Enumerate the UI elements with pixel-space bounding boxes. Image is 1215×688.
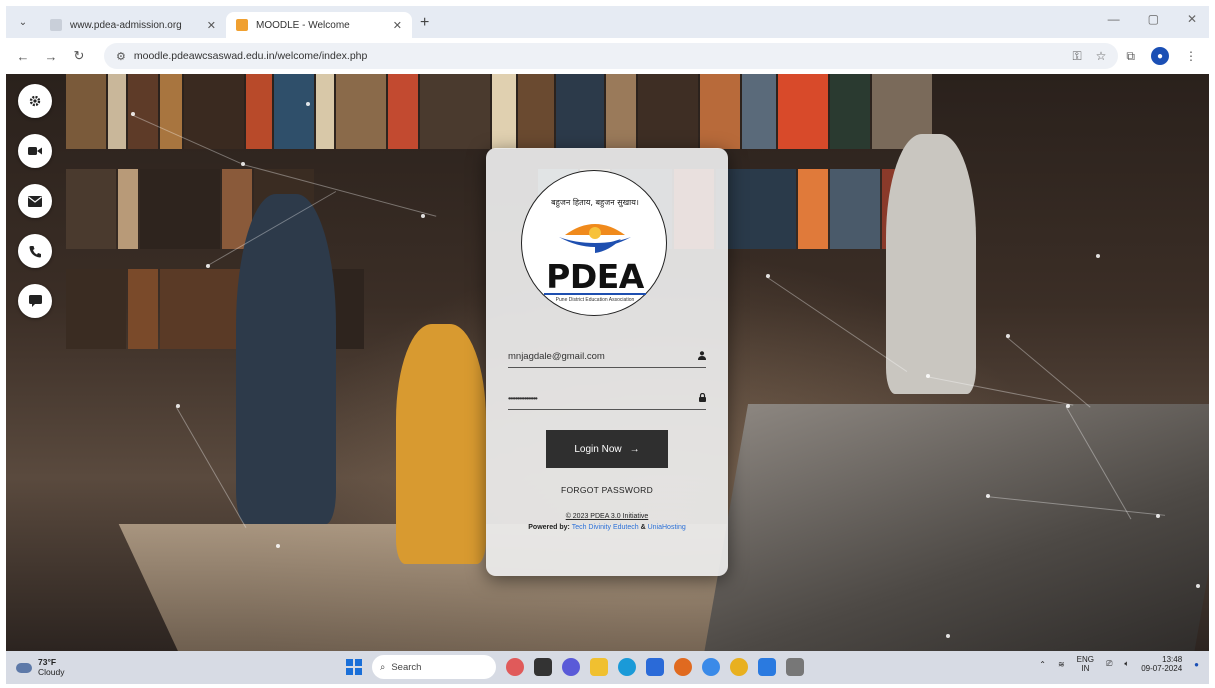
new-tab-icon[interactable]: + xyxy=(420,14,429,32)
moodle-favicon-icon xyxy=(236,19,248,31)
tab-title: www.pdea-admission.org xyxy=(70,19,182,31)
tab-title: MOODLE - Welcome xyxy=(256,19,350,31)
firefox-icon[interactable] xyxy=(674,658,692,676)
tab-pdea-admission[interactable]: www.pdea-admission.org ✕ xyxy=(40,12,226,38)
notification-bell-icon[interactable]: ● xyxy=(1194,660,1199,669)
task-view-icon[interactable] xyxy=(534,658,552,676)
library-desk xyxy=(703,404,1209,651)
browser-toolbar: ← → ↻ ⚙ moodle.pdeawcsaswad.edu.in/welco… xyxy=(6,38,1209,74)
uniahosting-link[interactable]: UniaHosting xyxy=(648,524,686,531)
gear-icon[interactable] xyxy=(18,84,52,118)
clock-time: 13:48 xyxy=(1162,655,1183,664)
tab-moodle-welcome[interactable]: MOODLE - Welcome ✕ xyxy=(226,12,412,38)
cloud-icon xyxy=(16,662,32,673)
browser-menu-icon[interactable]: ⋮ xyxy=(1185,49,1197,63)
profile-avatar[interactable]: ● xyxy=(1151,47,1169,65)
tab-close-icon[interactable]: ✕ xyxy=(207,19,216,32)
pdea-logo: बहुजन हिताय, बहुजन सुखाय। PDEA Pune Dist… xyxy=(521,170,667,316)
system-clock[interactable]: 13:48 09-07-2024 xyxy=(1141,655,1182,673)
meet-app-icon[interactable] xyxy=(562,658,580,676)
close-window-icon[interactable]: ✕ xyxy=(1187,12,1197,26)
logo-subtitle: Pune District Education Association xyxy=(555,297,635,303)
taskbar-apps: ⌕ Search xyxy=(346,655,804,679)
edge-browser-icon[interactable] xyxy=(618,658,636,676)
ampersand-text: & xyxy=(640,524,646,531)
maximize-icon[interactable]: ▢ xyxy=(1148,12,1159,26)
student-figure xyxy=(236,194,336,524)
taskbar-search[interactable]: ⌕ Search xyxy=(372,655,496,679)
forward-arrow-icon[interactable]: → xyxy=(40,49,62,64)
login-card: बहुजन हिताय, बहुजन सुखाय। PDEA Pune Dist… xyxy=(486,148,728,576)
system-tray: ⌃ ≋ ENG IN ⎚ 🔈︎ 13:48 09-07-2024 ● xyxy=(1039,655,1199,673)
tab-close-icon[interactable]: ✕ xyxy=(393,19,402,32)
phone-icon[interactable] xyxy=(18,234,52,268)
window-controls: — ▢ ✕ xyxy=(1108,12,1197,26)
extensions-icon[interactable]: ⧉ xyxy=(1126,49,1135,64)
bookmark-star-icon[interactable]: ☆ xyxy=(1096,49,1107,64)
email-value: mnjagdale@gmail.com xyxy=(508,351,605,362)
search-placeholder: Search xyxy=(391,661,422,673)
network-icon[interactable]: ⎚ xyxy=(1106,659,1112,669)
photos-app-icon[interactable] xyxy=(702,658,720,676)
browser-tab-strip: ⌄ www.pdea-admission.org ✕ MOODLE - Welc… xyxy=(6,6,1209,38)
windows-start-icon[interactable] xyxy=(346,659,362,675)
snipping-tool-icon[interactable] xyxy=(758,658,776,676)
password-field[interactable]: •••••••••••••••• xyxy=(508,388,706,410)
logo-divider xyxy=(544,293,646,295)
chat-icon[interactable] xyxy=(18,284,52,318)
chrome-icon[interactable] xyxy=(730,658,748,676)
login-button[interactable]: Login Now → xyxy=(546,430,668,468)
lang-code: ENG xyxy=(1076,655,1095,664)
volume-muted-icon[interactable]: 🔈︎ xyxy=(1124,659,1129,669)
remote-desktop-icon[interactable] xyxy=(786,658,804,676)
rising-sun-emblem-icon xyxy=(559,224,631,253)
tech-divinity-link[interactable]: Tech Divinity Edutech xyxy=(572,524,639,531)
minimize-icon[interactable]: — xyxy=(1108,12,1120,26)
copyright-link[interactable]: © 2023 PDEA 3.0 Initiative xyxy=(486,513,728,520)
wifi-icon[interactable]: ≋ xyxy=(1058,660,1065,669)
logo-tagline: बहुजन हिताय, बहुजन सुखाय। xyxy=(551,198,639,207)
tab-search-button[interactable]: ⌄ xyxy=(12,11,34,33)
side-quick-actions xyxy=(18,84,52,318)
login-button-label: Login Now xyxy=(574,443,622,455)
librarian-figure xyxy=(886,134,976,394)
site-favicon-icon xyxy=(50,19,62,31)
back-arrow-icon[interactable]: ← xyxy=(12,49,34,64)
email-field[interactable]: mnjagdale@gmail.com xyxy=(508,346,706,368)
mail-icon[interactable] xyxy=(18,184,52,218)
weather-widget[interactable]: 73°F Cloudy xyxy=(16,657,65,677)
address-bar[interactable]: ⚙ moodle.pdeawcsaswad.edu.in/welcome/ind… xyxy=(104,43,1119,69)
lock-icon xyxy=(699,392,706,404)
user-icon xyxy=(698,351,706,362)
region-code: IN xyxy=(1081,664,1090,674)
widgets-app-icon[interactable] xyxy=(506,658,524,676)
language-indicator[interactable]: ENG IN xyxy=(1077,655,1094,673)
arrow-right-icon: → xyxy=(629,443,640,455)
url-text: moodle.pdeawcsaswad.edu.in/welcome/index… xyxy=(133,50,368,62)
site-info-icon[interactable]: ⚙ xyxy=(116,50,126,63)
clock-date: 09-07-2024 xyxy=(1141,664,1183,674)
windows-taskbar: 73°F Cloudy ⌕ Search ⌃ ≋ ENG IN ⎚ 🔈︎ 13:… xyxy=(6,651,1209,684)
student-figure xyxy=(396,324,486,564)
bookshelf-top xyxy=(66,74,1206,149)
file-explorer-icon[interactable] xyxy=(590,658,608,676)
password-key-icon[interactable]: ⚿ xyxy=(1073,49,1082,64)
search-icon: ⌕ xyxy=(380,661,386,673)
password-value: •••••••••••••••• xyxy=(508,394,538,403)
video-icon[interactable] xyxy=(18,134,52,168)
reload-icon[interactable]: ↻ xyxy=(68,48,90,64)
chevron-up-icon[interactable]: ⌃ xyxy=(1039,660,1046,669)
logo-name: PDEA xyxy=(546,257,644,296)
moodle-login-page: बहुजन हिताय, बहुजन सुखाय। PDEA Pune Dist… xyxy=(6,74,1209,651)
powered-by: Powered by: Tech Divinity Edutech & Unia… xyxy=(486,524,728,531)
forgot-password-link[interactable]: FORGOT PASSWORD xyxy=(486,485,728,495)
powered-by-label: Powered by: xyxy=(528,524,570,531)
weather-desc: Cloudy xyxy=(38,666,65,677)
store-app-icon[interactable] xyxy=(646,658,664,676)
